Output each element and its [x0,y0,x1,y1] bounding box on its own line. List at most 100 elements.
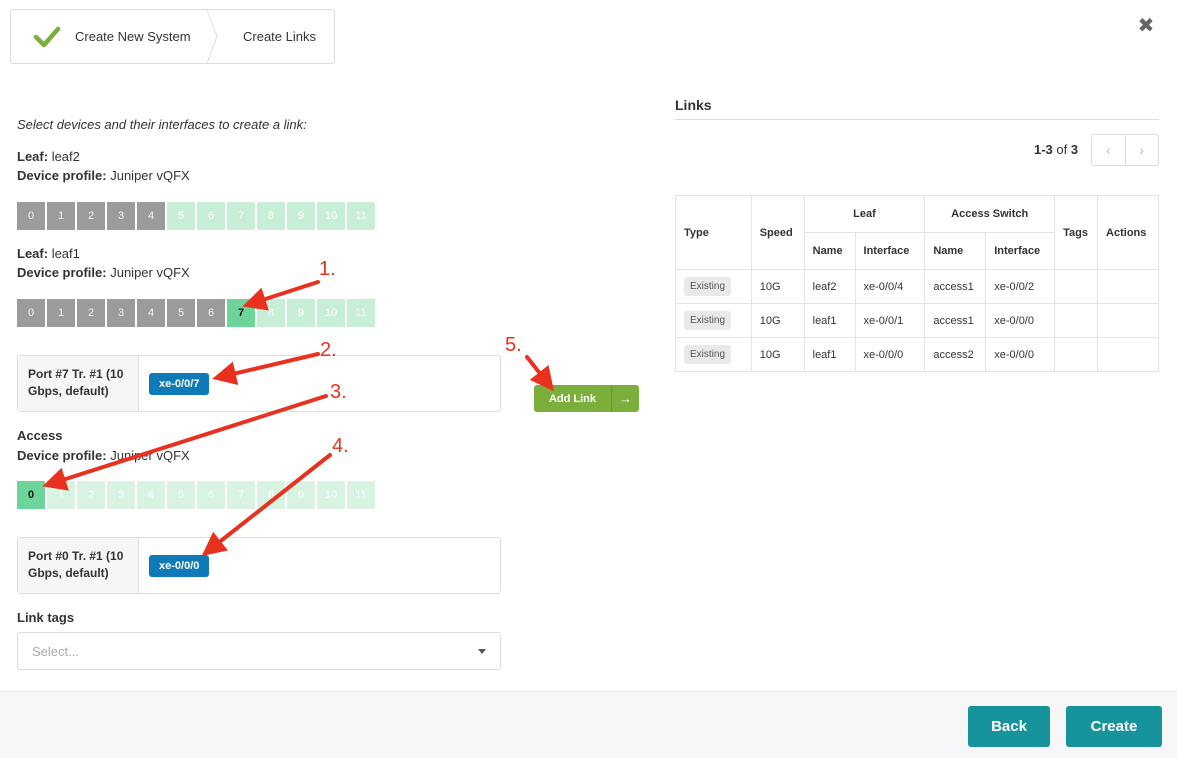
port[interactable]: 8 [257,299,285,327]
port[interactable]: 1 [47,202,75,230]
type-badge: Existing [684,345,732,364]
access-port-detail: Port #0 Tr. #1 (10 Gbps, default) xe-0/0… [17,537,501,594]
port[interactable]: 9 [287,299,315,327]
port-selected[interactable]: 7 [227,299,255,327]
port[interactable]: 6 [197,202,225,230]
cell-actions [1097,303,1159,338]
caret-down-icon [478,649,486,654]
port[interactable]: 5 [167,299,195,327]
link-tags-select[interactable]: Select... [17,632,501,670]
cell-actions [1097,269,1159,304]
leaf1-profile: Device profile: Juniper vQFX [17,265,190,280]
cell-speed: 10G [750,337,805,372]
col-access-interface[interactable]: Interface [985,232,1056,270]
cell-tags [1054,337,1099,372]
cell-access-name: access1 [924,269,987,304]
cell-actions [1097,337,1159,372]
access-port-row: 0 1 2 3 4 5 6 7 8 9 10 11 [17,481,377,509]
col-leaf-name[interactable]: Name [803,232,856,270]
col-leaf: Leaf [803,195,926,233]
port[interactable]: 2 [77,202,105,230]
port[interactable]: 0 [17,299,45,327]
cell-access-name: access1 [924,303,987,338]
step-create-links[interactable]: Create Links [207,10,316,63]
port[interactable]: 8 [257,202,285,230]
col-tags: Tags [1054,195,1099,270]
port[interactable]: 3 [107,202,135,230]
port[interactable]: 10 [317,202,345,230]
port[interactable]: 11 [347,481,375,509]
port[interactable]: 4 [137,481,165,509]
add-link-button[interactable]: Add Link → [534,385,639,412]
cell-access-interface: xe-0/0/0 [985,303,1056,338]
port[interactable]: 10 [317,481,345,509]
port[interactable]: 5 [167,481,195,509]
table-row: Existing 10G leaf1 xe-0/0/0 access2 xe-0… [675,337,1159,372]
annotation-arrow [525,355,554,392]
port[interactable]: 3 [107,299,135,327]
port[interactable]: 9 [287,202,315,230]
back-button[interactable]: Back [968,706,1050,747]
port[interactable]: 2 [77,481,105,509]
access-title: Access [17,428,63,443]
port[interactable]: 4 [137,202,165,230]
chevron-right-icon[interactable]: › [1124,135,1159,165]
port[interactable]: 7 [227,202,255,230]
interface-tag[interactable]: xe-0/0/7 [149,372,210,395]
select-placeholder: Select... [32,643,79,659]
port[interactable]: 2 [77,299,105,327]
leaf2-profile: Device profile: Juniper vQFX [17,168,190,183]
pagination-summary: 1-3 of 3 [1034,142,1079,157]
cell-access-interface: xe-0/0/2 [985,269,1056,304]
cell-leaf-interface: xe-0/0/0 [854,337,926,372]
col-speed[interactable]: Speed [750,195,805,270]
port[interactable]: 8 [257,481,285,509]
port[interactable]: 0 [17,202,45,230]
type-badge: Existing [684,311,732,330]
arrow-right-icon: → [611,385,639,412]
port-detail-label: Port #0 Tr. #1 (10 Gbps, default) [18,538,139,593]
divider [675,119,1159,120]
annotation-number: 3. [330,381,347,403]
interface-tag[interactable]: xe-0/0/0 [149,554,210,577]
step-create-new-system[interactable]: Create New System [11,10,207,63]
port-selected[interactable]: 0 [17,481,45,509]
col-access-name[interactable]: Name [924,232,987,270]
col-type[interactable]: Type [675,195,752,270]
cell-speed: 10G [750,269,805,304]
cell-access-name: access2 [924,337,987,372]
leaf-port-detail: Port #7 Tr. #1 (10 Gbps, default) xe-0/0… [17,355,501,412]
port[interactable]: 11 [347,202,375,230]
port[interactable]: 4 [137,299,165,327]
link-tags-label: Link tags [17,610,75,625]
create-button[interactable]: Create [1066,706,1162,747]
annotation-number: 1. [319,258,336,280]
port[interactable]: 6 [197,299,225,327]
port[interactable]: 10 [317,299,345,327]
leaf2-role: Leaf: leaf2 [17,149,80,164]
annotation-number: 2. [320,339,337,361]
port[interactable]: 7 [227,481,255,509]
port[interactable]: 11 [347,299,375,327]
col-leaf-interface[interactable]: Interface [854,232,926,270]
port[interactable]: 3 [107,481,135,509]
cell-access-interface: xe-0/0/0 [985,337,1056,372]
port[interactable]: 1 [47,481,75,509]
port[interactable]: 5 [167,202,195,230]
table-row: Existing 10G leaf1 xe-0/0/1 access1 xe-0… [675,303,1159,338]
check-icon [33,26,61,47]
cell-leaf-interface: xe-0/0/4 [854,269,926,304]
port[interactable]: 6 [197,481,225,509]
step-label: Create New System [75,29,191,44]
port[interactable]: 1 [47,299,75,327]
col-access-switch: Access Switch [924,195,1056,233]
step-label: Create Links [243,29,316,44]
cell-leaf-name: leaf2 [803,269,856,304]
chevron-left-icon[interactable]: ‹ [1092,135,1125,165]
links-title: Links [675,97,712,113]
port[interactable]: 9 [287,481,315,509]
port-detail-label: Port #7 Tr. #1 (10 Gbps, default) [18,356,139,411]
leaf1-port-row: 0 1 2 3 4 5 6 7 8 9 10 11 [17,299,377,327]
close-icon[interactable]: ✖ [1136,16,1156,36]
wizard-steps: Create New System Create Links [10,9,335,64]
